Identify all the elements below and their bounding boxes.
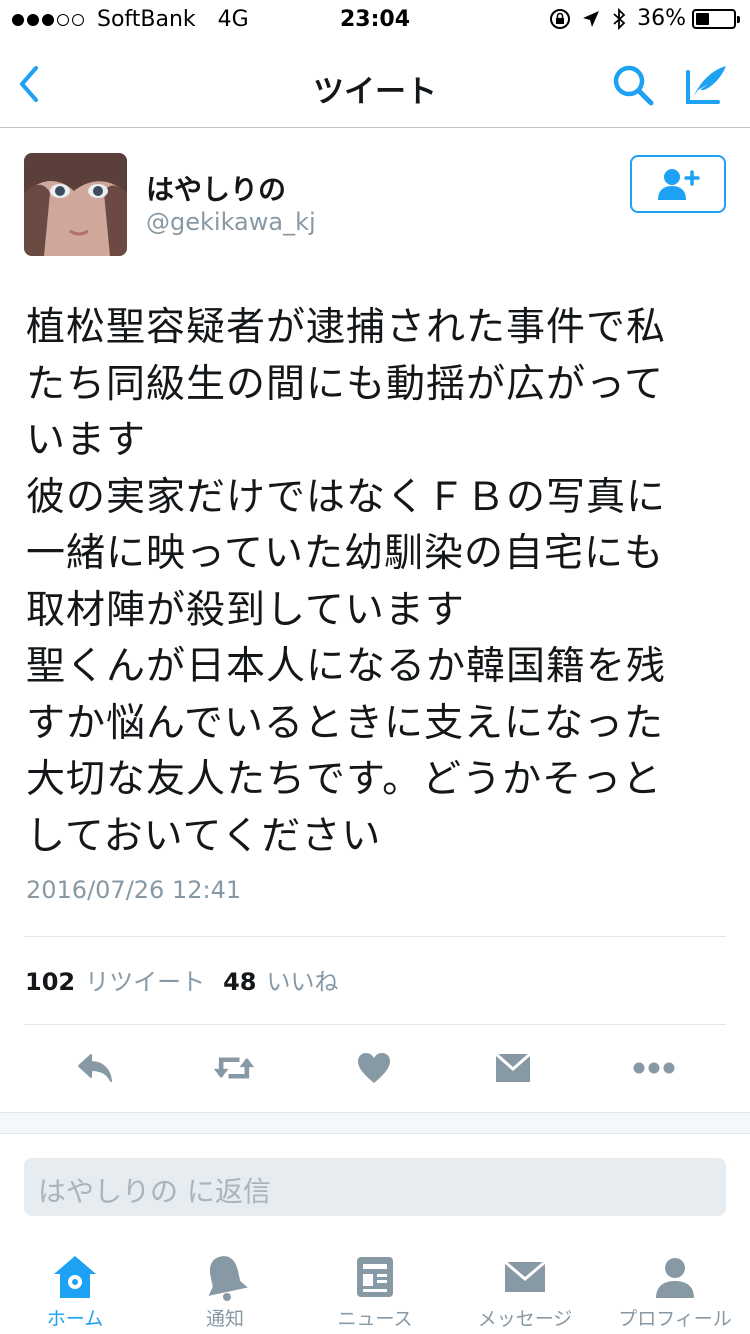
author-handle[interactable]: @gekikawa_kj [146,208,316,236]
location-arrow-icon [583,10,600,27]
section-gap [0,1112,750,1134]
battery-icon [692,8,740,29]
avatar[interactable] [24,153,127,256]
follow-button[interactable] [630,155,726,213]
tweet-stats: 102 リツイート 48 いいね [25,962,357,997]
envelope-icon [504,1260,546,1292]
profile-icon [656,1258,694,1298]
author-name[interactable]: はやしりの [146,168,286,208]
divider [24,1024,726,1025]
news-icon [357,1257,393,1297]
dm-button[interactable] [491,1046,535,1090]
home-icon [54,1256,96,1298]
add-user-icon [658,169,700,200]
tab-profile[interactable]: プロフィール [600,1238,750,1334]
dm-envelope-icon [495,1052,531,1082]
tweet-timestamp: 2016/07/26 12:41 [26,876,242,904]
tab-label: 通知 [205,1308,244,1330]
retweet-button[interactable] [212,1046,256,1090]
like-button[interactable] [352,1046,396,1090]
tab-label: プロフィール [618,1308,732,1330]
bluetooth-icon [613,7,626,30]
retweet-icon [213,1057,255,1079]
divider [24,936,726,937]
tab-bar: ホーム 通知 ニュース メッセージ プロフィール [0,1238,750,1334]
reply-button[interactable] [73,1046,117,1090]
more-button[interactable] [632,1046,676,1090]
tab-messages[interactable]: メッセージ [450,1238,600,1334]
like-label[interactable]: いいね [267,962,339,997]
heart-icon [358,1053,390,1083]
tab-label: メッセージ [477,1308,573,1330]
status-bar: SoftBank 4G 23:04 36% [0,0,750,40]
avatar-photo [24,153,127,256]
tweet-text: 植松聖容疑者が逮捕された事件で私 たち同級生の間にも動揺が広がって います 彼の… [26,305,667,859]
nav-bar: ツイート [0,40,750,128]
tab-label: ニュース [337,1308,413,1330]
tab-label: ホーム [46,1308,104,1330]
search-icon[interactable] [610,62,656,108]
reply-input[interactable]: はやしりの に返信 [24,1158,726,1216]
battery-percent: 36% [637,6,686,31]
reply-icon [78,1054,112,1082]
retweet-label[interactable]: リツイート [85,962,205,997]
retweet-count[interactable]: 102 [25,968,75,996]
more-icon [633,1062,675,1074]
status-right: 36% [549,6,740,31]
battery-fill [696,12,709,25]
tab-notifications[interactable]: 通知 [150,1238,300,1334]
tab-home[interactable]: ホーム [0,1238,150,1334]
compose-quill-icon[interactable] [682,60,730,108]
tab-news[interactable]: ニュース [300,1238,450,1334]
like-count[interactable]: 48 [223,968,256,996]
rotation-lock-icon [550,8,571,29]
bell-icon [208,1256,248,1301]
